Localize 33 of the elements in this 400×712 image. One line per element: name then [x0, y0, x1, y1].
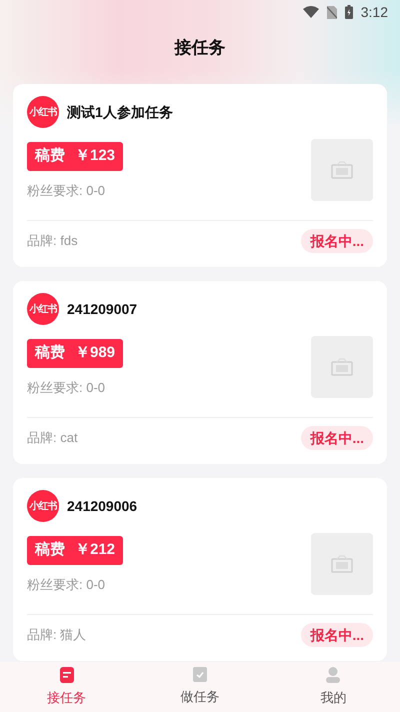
brand-label: 品牌: fds — [27, 232, 78, 250]
image-icon — [331, 161, 353, 179]
task-card[interactable]: 小红书 241209006 稿费 ￥212 粉丝要求: 0-0 品牌: 猫人 报名中... — [13, 478, 387, 661]
task-title: 241209007 — [67, 300, 138, 318]
person-icon — [326, 666, 340, 683]
image-icon — [331, 555, 353, 573]
platform-logo: 小红书 — [27, 490, 59, 522]
platform-logo: 小红书 — [27, 96, 59, 128]
platform-logo: 小红书 — [27, 293, 59, 325]
wifi-icon — [302, 6, 319, 18]
image-icon — [331, 358, 353, 376]
fans-requirement: 粉丝要求: 0-0 — [27, 576, 106, 594]
checkbox-icon — [192, 667, 207, 682]
task-card[interactable]: 小红书 241209007 稿费 ￥989 粉丝要求: 0-0 品牌: cat 报名中... — [13, 281, 387, 464]
fee-badge: 稿费 ￥123 — [27, 142, 124, 171]
brand-label: 品牌: cat — [27, 429, 78, 448]
page-title: 接任务 — [174, 37, 226, 60]
task-card[interactable]: 小红书 测试1人参加任务 稿费 ￥123 粉丝要求: 0-0 品牌: fds 报名中... — [13, 84, 387, 267]
status-time: 3:12 — [360, 2, 388, 22]
brand-label: 品牌: 猫人 — [27, 626, 86, 644]
task-title: 241209006 — [67, 496, 138, 516]
tab-item[interactable]: 做任务 — [133, 662, 267, 712]
status-pill: 报名中... — [301, 426, 373, 450]
fans-requirement: 粉丝要求: 0-0 — [27, 182, 106, 200]
fee-badge: 稿费 ￥989 — [27, 339, 124, 368]
task-list-icon — [60, 666, 74, 683]
fans-requirement: 粉丝要求: 0-0 — [27, 379, 106, 397]
tab-item[interactable]: 我的 — [266, 662, 400, 712]
tab-item[interactable]: 接任务 — [0, 662, 134, 712]
status-pill: 报名中... — [301, 229, 373, 253]
fee-badge: 稿费 ￥212 — [27, 536, 124, 565]
status-pill: 报名中... — [301, 623, 373, 647]
task-title: 测试1人参加任务 — [67, 102, 173, 122]
